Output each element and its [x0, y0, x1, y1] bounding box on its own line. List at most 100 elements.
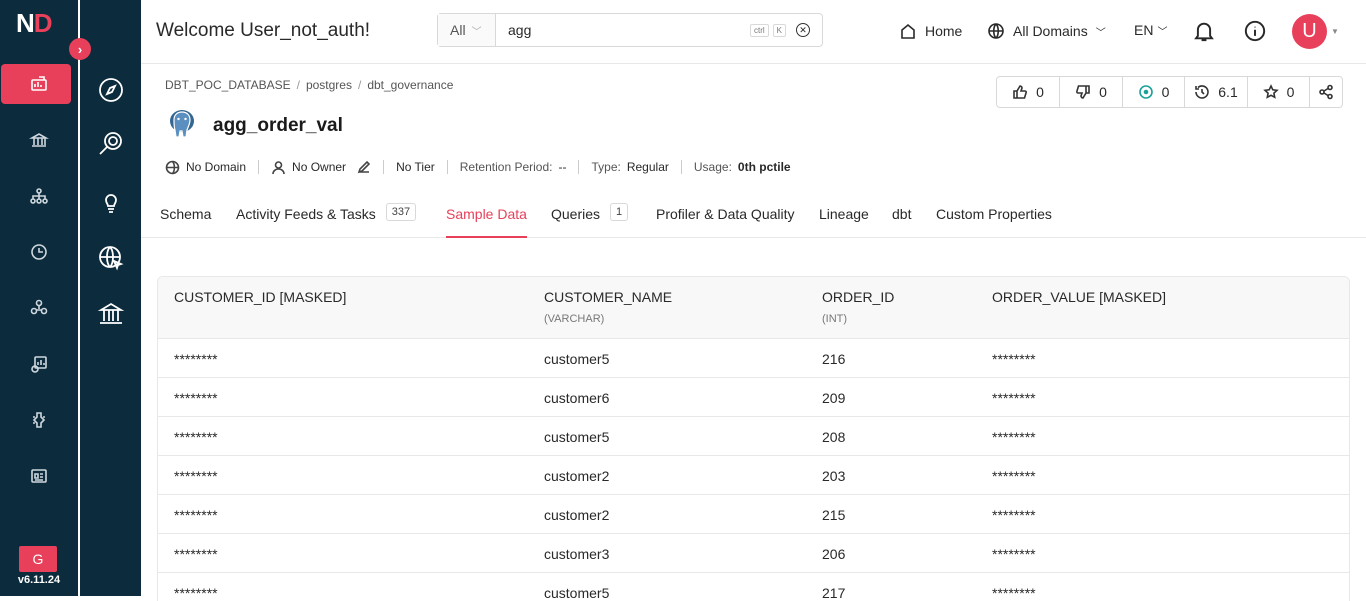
rail2-item-data-search[interactable] — [80, 124, 141, 164]
column-header: ORDER_ID (INT) — [822, 289, 895, 325]
sidebar-item-explore[interactable] — [0, 64, 78, 104]
table-cell: ******** — [992, 429, 1036, 445]
like-button[interactable]: 0 — [997, 77, 1060, 107]
avatar-caret-icon[interactable]: ▼ — [1331, 27, 1339, 36]
tab-sample-data[interactable]: Sample Data — [446, 206, 527, 238]
table-cell: customer5 — [544, 585, 610, 601]
search-data-icon — [98, 132, 122, 155]
table-cell: 206 — [822, 546, 846, 562]
tab-queries[interactable]: Queries 1 — [551, 203, 629, 238]
table-cell: customer5 — [544, 351, 610, 367]
tab-count-badge: 1 — [610, 203, 629, 221]
help-button[interactable] — [1244, 20, 1266, 42]
table-cell: ******** — [174, 390, 218, 406]
bulb-icon — [104, 194, 117, 213]
clear-search-icon[interactable]: ✕ — [796, 23, 810, 37]
sidebar-item-insights[interactable] — [0, 232, 78, 272]
tab-schema[interactable]: Schema — [160, 206, 211, 238]
entity-meta: No Domain No Owner No Tier Retention Per… — [165, 158, 791, 176]
home-link[interactable]: Home — [899, 22, 962, 40]
version-label: v6.11.24 — [17, 574, 61, 586]
table-cell: ******** — [174, 585, 218, 601]
table-cell: customer2 — [544, 507, 610, 523]
notifications-button[interactable] — [1193, 20, 1215, 42]
sidebar-item-settings[interactable] — [0, 456, 78, 496]
entity-tabs: Schema Activity Feeds & Tasks 337 Sample … — [141, 196, 1366, 238]
search-type-select[interactable]: All ﹀ — [438, 14, 496, 46]
table-cell: ******** — [992, 468, 1036, 484]
tier-meta[interactable]: No Tier — [396, 160, 435, 174]
top-header: Welcome User_not_auth! All﹀ ctrlK ✕ Home… — [141, 0, 1366, 64]
table-row: ******** customer3 206 ******** — [158, 534, 1349, 573]
governance-icon — [32, 412, 46, 428]
breadcrumb-item[interactable]: postgres — [306, 78, 352, 92]
entity-actions: 0 0 0 6.1 0 — [996, 76, 1343, 108]
app-root: ND G v6.11.24 › Welcome User_not_auth! A… — [0, 0, 1366, 601]
table-cell: ******** — [174, 546, 218, 562]
rail2-item-domains[interactable] — [80, 238, 141, 278]
owner-meta[interactable]: No Owner — [271, 160, 371, 175]
table-cell: ******** — [992, 546, 1036, 562]
thumbs-down-icon — [1076, 85, 1090, 99]
table-row: ******** customer2 215 ******** — [158, 495, 1349, 534]
bell-icon — [1194, 22, 1214, 42]
sidebar-item-data-quality[interactable] — [0, 344, 78, 384]
table-cell: 203 — [822, 468, 846, 484]
search-input[interactable] — [496, 14, 750, 46]
domain-meta[interactable]: No Domain — [165, 160, 246, 175]
data-quality-icon — [31, 356, 47, 373]
sidebar-item-glossary[interactable] — [0, 288, 78, 328]
postgres-icon — [170, 110, 194, 138]
tab-custom-properties[interactable]: Custom Properties — [936, 206, 1052, 238]
table-cell: ******** — [992, 351, 1036, 367]
sidebar-item-governance[interactable] — [0, 400, 78, 440]
table-row: ******** customer5 208 ******** — [158, 417, 1349, 456]
domain-icon — [29, 133, 49, 147]
table-cell: 209 — [822, 390, 846, 406]
table-header: CUSTOMER_ID [MASKED] CUSTOMER_NAME (VARCH… — [158, 277, 1349, 339]
rail2-item-insights[interactable] — [80, 182, 141, 222]
tab-activity-feeds[interactable]: Activity Feeds & Tasks 337 — [236, 203, 417, 238]
column-header: CUSTOMER_ID [MASKED] — [174, 289, 347, 305]
star-icon — [1262, 84, 1279, 99]
breadcrumb-item[interactable]: dbt_governance — [367, 78, 453, 92]
user-avatar[interactable]: U — [1292, 14, 1327, 49]
domain-selector[interactable]: All Domains ﹀ — [987, 22, 1106, 40]
language-selector[interactable]: EN ﹀ — [1134, 22, 1167, 38]
follow-icon — [1138, 85, 1153, 99]
version-button[interactable]: 6.1 — [1185, 77, 1248, 107]
chevron-down-icon: ﹀ — [1095, 27, 1106, 39]
breadcrumb-item[interactable]: DBT_POC_DATABASE — [165, 78, 291, 92]
breadcrumb: DBT_POC_DATABASE / postgres / dbt_governance — [165, 78, 454, 92]
share-button[interactable] — [1310, 77, 1342, 107]
star-button[interactable]: 0 — [1248, 77, 1310, 107]
table-row: ******** customer6 209 ******** — [158, 378, 1349, 417]
secondary-sidebar — [80, 0, 141, 596]
tab-profiler[interactable]: Profiler & Data Quality — [656, 206, 795, 238]
column-header: ORDER_VALUE [MASKED] — [992, 289, 1167, 305]
app-logo[interactable]: ND — [16, 8, 53, 39]
tab-dbt[interactable]: dbt — [892, 206, 911, 238]
global-search: All﹀ ctrlK ✕ — [437, 13, 823, 47]
version-badge[interactable]: G — [19, 546, 57, 572]
table-row: ******** customer5 217 ******** — [158, 573, 1349, 601]
sidebar-item-domains[interactable] — [0, 120, 78, 160]
table-cell: 216 — [822, 351, 846, 367]
keyboard-shortcut: ctrl K — [749, 14, 786, 46]
edit-icon[interactable] — [356, 160, 371, 175]
history-icon — [1195, 85, 1210, 99]
sidebar-toggle-button[interactable]: › — [69, 38, 91, 60]
sample-data-table: CUSTOMER_ID [MASKED] CUSTOMER_NAME (VARCH… — [157, 276, 1350, 601]
settings-icon — [31, 469, 47, 483]
dislike-button[interactable]: 0 — [1060, 77, 1123, 107]
globe-cursor-icon — [98, 246, 124, 271]
tab-lineage[interactable]: Lineage — [819, 206, 869, 238]
table-body: ******** customer5 216 ******** ******** cust… — [158, 339, 1349, 601]
globe-icon — [988, 23, 1004, 39]
retention-meta: Retention Period: -- — [459, 160, 567, 174]
follow-button[interactable]: 0 — [1123, 77, 1185, 107]
chevron-down-icon: ﹀ — [471, 26, 482, 38]
rail2-item-explore[interactable] — [80, 70, 141, 110]
sidebar-item-hierarchy[interactable] — [0, 176, 78, 216]
rail2-item-governance[interactable] — [80, 294, 141, 334]
